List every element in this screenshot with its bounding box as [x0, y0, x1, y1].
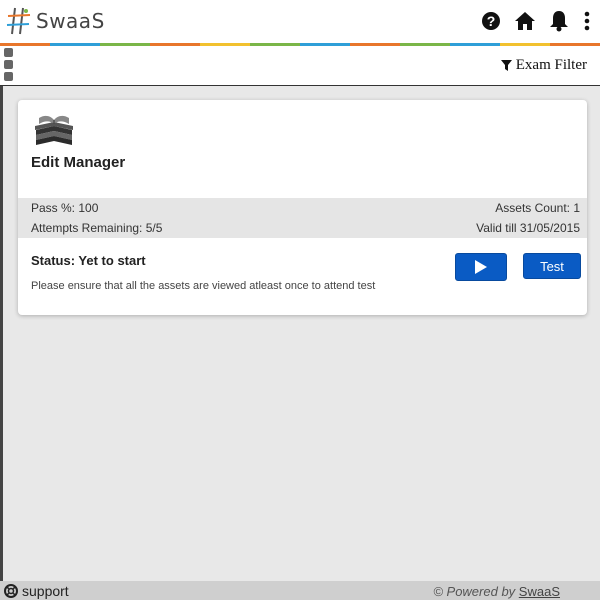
swaas-logo[interactable]: SwaaS	[6, 6, 105, 36]
more-vertical-icon[interactable]	[582, 10, 592, 32]
exam-filter-label: Exam Filter	[515, 57, 587, 73]
exam-card: Edit Manager Pass %: 100 Assets Count: 1…	[18, 100, 587, 315]
books-icon	[35, 115, 73, 145]
left-edge-strip	[0, 86, 3, 581]
assets-note: Please ensure that all the assets are vi…	[31, 280, 376, 292]
support-link[interactable]: support	[4, 583, 69, 599]
card-title: Edit Manager	[31, 154, 126, 171]
lifebuoy-icon	[4, 584, 18, 598]
play-icon	[475, 260, 487, 274]
help-icon[interactable]: ?	[480, 10, 502, 32]
valid-till: Valid till 31/05/2015	[476, 221, 580, 235]
powered-prefix: © Powered by	[433, 584, 516, 599]
filter-icon	[500, 60, 512, 71]
filter-bar: Exam Filter	[0, 46, 600, 86]
powered-brand-link[interactable]: SwaaS	[519, 584, 560, 599]
status-text: Status: Yet to start	[31, 253, 146, 268]
hash-logo-icon	[6, 7, 31, 35]
pass-percent: Pass %: 100	[31, 201, 99, 215]
powered-by: © Powered by SwaaS	[433, 584, 560, 599]
assets-count: Assets Count: 1	[495, 201, 580, 215]
svg-text:?: ?	[487, 13, 496, 29]
attempts-remaining: Attempts Remaining: 5/5	[31, 221, 163, 235]
footer: support © Powered by SwaaS	[0, 581, 600, 600]
test-button[interactable]: Test	[523, 253, 581, 279]
play-button[interactable]	[455, 253, 507, 281]
side-menu-handle[interactable]	[4, 48, 13, 81]
home-icon[interactable]	[514, 10, 536, 32]
app-header: SwaaS ?	[0, 0, 600, 43]
exam-filter-button[interactable]: Exam Filter	[500, 57, 587, 74]
logo-text: SwaaS	[36, 9, 105, 33]
bell-icon[interactable]	[548, 10, 570, 32]
support-label: support	[22, 583, 69, 599]
